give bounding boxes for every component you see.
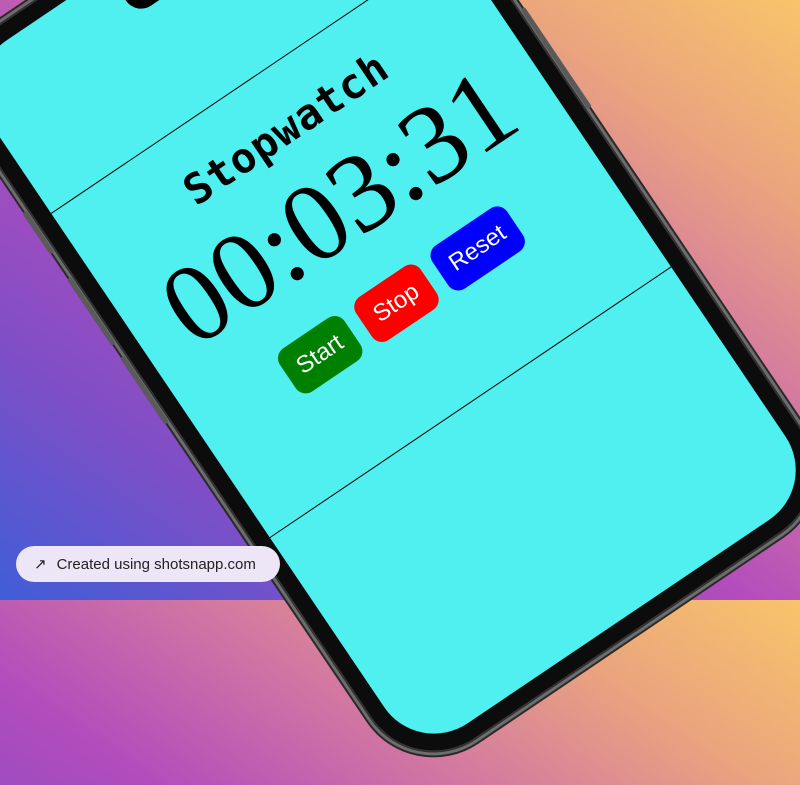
phone-screen: Stopwatch 00:03:31 Start Stop Reset — [0, 0, 800, 757]
arrow-up-right-icon: ↗ — [34, 556, 47, 573]
stopwatch-app: Stopwatch 00:03:31 Start Stop Reset — [50, 0, 672, 539]
start-button[interactable]: Start — [272, 311, 368, 399]
dynamic-island — [115, 0, 238, 16]
badge-text: Created using shotsnapp.com — [56, 555, 256, 573]
stop-button[interactable]: Stop — [349, 260, 444, 347]
phone-mockup: Stopwatch 00:03:31 Start Stop Reset — [0, 0, 800, 782]
reset-button[interactable]: Reset — [425, 201, 530, 296]
shotsnapp-badge[interactable]: ↗ Created using shotsnapp.com — [16, 546, 280, 582]
